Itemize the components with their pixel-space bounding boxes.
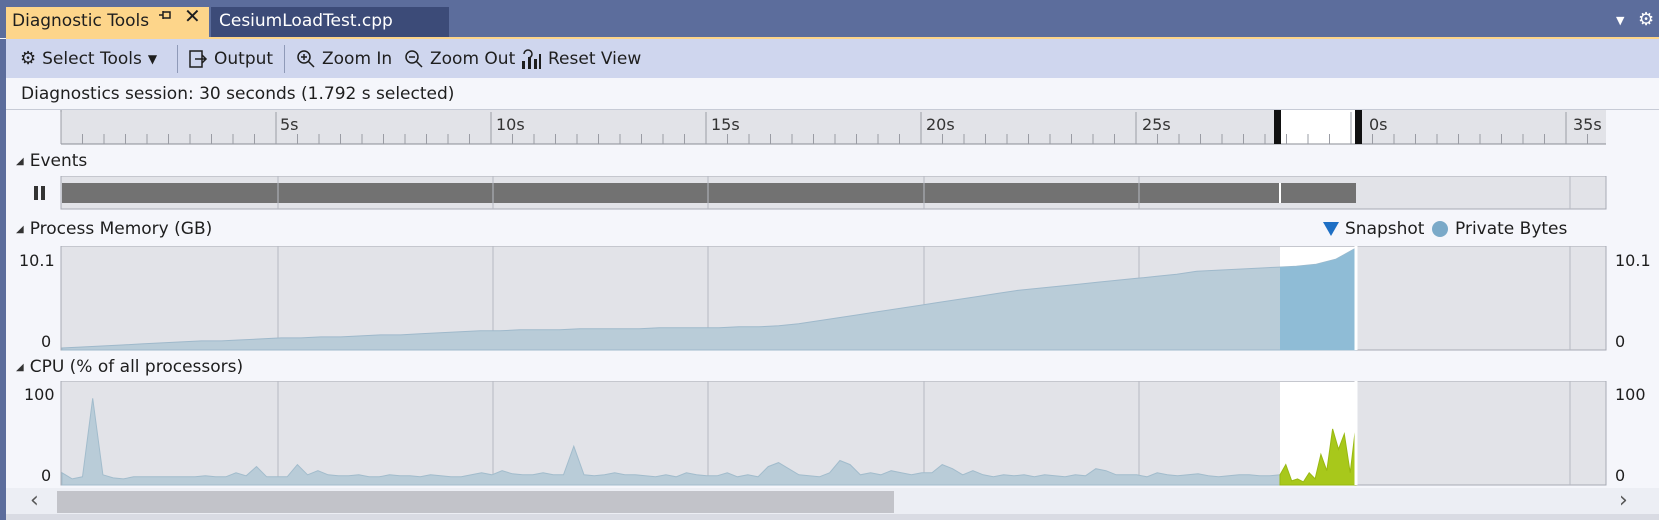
chevron-down-icon[interactable]: ▼ [1616, 14, 1624, 27]
collapse-icon: ◢ [16, 361, 24, 373]
process-memory-graph[interactable] [0, 246, 1659, 352]
ruler-background [61, 110, 1280, 144]
toolbar-separator [284, 45, 285, 73]
reset-view-button[interactable]: Reset View [520, 39, 641, 78]
close-icon[interactable]: ✕ [184, 4, 201, 28]
events-header[interactable]: ◢ Events [16, 151, 87, 171]
legend-snapshot: Snapshot [1323, 219, 1424, 239]
events-bar [62, 183, 1356, 203]
gear-icon: ⚙ [20, 48, 37, 69]
zoom-in-label: Zoom In [322, 48, 393, 69]
timeline-ruler[interactable]: 5s 10s 15s 20s 25s 0s 35s [0, 110, 1659, 146]
ruler-tick-label: 25s [1142, 115, 1171, 134]
tab-cesium-load-test[interactable]: CesiumLoadTest.cpp [211, 7, 449, 37]
gear-icon[interactable]: ⚙ [1638, 9, 1654, 30]
tab-diagnostic-tools[interactable]: Diagnostic Tools [6, 7, 209, 37]
scroll-right-icon[interactable]: › [1619, 488, 1628, 513]
pin-icon[interactable] [158, 6, 172, 24]
legend-private-bytes-label: Private Bytes [1455, 219, 1568, 239]
ruler-tick-label: 10s [496, 115, 525, 134]
select-tools-label: Select Tools [42, 48, 142, 69]
output-icon [189, 49, 208, 68]
toolbar: ⚙ Select Tools ▼ Output Zoom In Zoom Out [6, 39, 1659, 78]
tab-label: CesiumLoadTest.cpp [219, 11, 393, 31]
ruler-selected-region [1280, 110, 1356, 144]
events-title: Events [29, 151, 88, 171]
selection-handle-left [1274, 110, 1281, 144]
cpu-header[interactable]: ◢ CPU (% of all processors) [16, 357, 243, 377]
session-summary: Diagnostics session: 30 seconds (1.792 s… [21, 84, 455, 104]
reset-view-icon [522, 48, 541, 69]
zoom-in-button[interactable]: Zoom In [296, 39, 392, 78]
events-track[interactable] [0, 176, 1659, 210]
reset-view-label: Reset View [548, 48, 642, 69]
ruler-tick-label: 0s [1369, 115, 1388, 134]
ruler-tick-label: 20s [926, 115, 955, 134]
ruler-tick-label: 5s [280, 115, 299, 134]
collapse-icon: ◢ [16, 155, 24, 167]
ruler-tick-label: 35s [1573, 115, 1602, 134]
cpu-title: CPU (% of all processors) [29, 357, 244, 377]
legend-snapshot-label: Snapshot [1345, 219, 1425, 239]
ruler-tick-label: 15s [711, 115, 740, 134]
zoom-out-button[interactable]: Zoom Out [404, 39, 515, 78]
snapshot-marker-icon [1323, 222, 1339, 236]
scroll-left-icon[interactable]: ‹ [30, 488, 39, 513]
chevron-down-icon: ▼ [147, 51, 158, 66]
selection-handle-right [1355, 110, 1362, 144]
select-tools-button[interactable]: ⚙ Select Tools ▼ [20, 39, 157, 78]
tab-label: Diagnostic Tools [12, 11, 150, 31]
zoom-out-icon [405, 49, 423, 68]
private-bytes-marker-icon [1432, 221, 1448, 237]
bottom-border [6, 514, 1659, 520]
toolbar-separator [177, 45, 178, 73]
process-memory-title: Process Memory (GB) [29, 219, 213, 239]
legend-private-bytes: Private Bytes [1431, 219, 1567, 239]
process-memory-header[interactable]: ◢ Process Memory (GB) [16, 219, 212, 239]
zoom-out-label: Zoom Out [430, 48, 516, 69]
output-button[interactable]: Output [188, 39, 273, 78]
scrollbar-thumb[interactable] [57, 491, 894, 513]
collapse-icon: ◢ [16, 223, 24, 235]
output-label: Output [214, 48, 274, 69]
zoom-in-icon [297, 49, 315, 68]
cpu-graph[interactable] [0, 381, 1659, 488]
